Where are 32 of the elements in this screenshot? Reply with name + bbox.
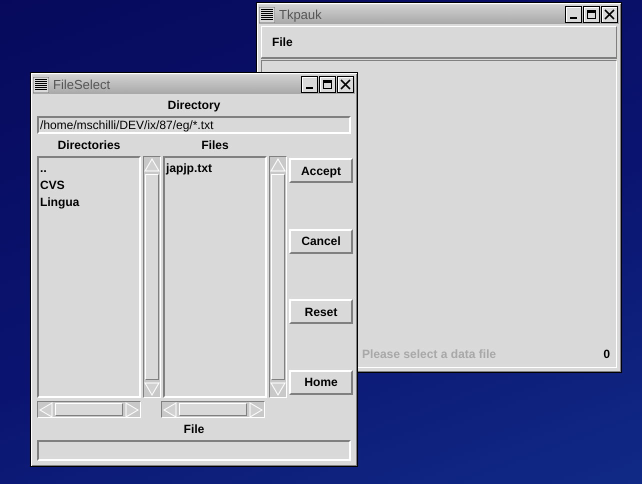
dialog-button[interactable]: Home (289, 370, 353, 395)
dialog-button[interactable]: Cancel (289, 228, 353, 254)
file-label: File (184, 422, 204, 436)
path-field[interactable]: /home/mschilli/DEV/ix/87/eg/*.txt (37, 116, 351, 134)
window-menu-icon[interactable] (259, 6, 275, 22)
file-name-field[interactable] (37, 440, 351, 461)
close-button[interactable] (601, 6, 618, 23)
status-count: 0 (603, 347, 610, 361)
directory-label: Directory (168, 98, 220, 112)
window-title: FileSelect (53, 77, 112, 92)
directories-label: Directories (56, 138, 122, 152)
minimize-icon (306, 87, 313, 89)
window-menu-icon[interactable] (33, 76, 49, 92)
menu-item[interactable]: File (272, 35, 293, 49)
maximize-icon (322, 79, 333, 90)
listed-filename[interactable]: japjp.txt (166, 160, 212, 177)
directory-item[interactable]: .. (40, 160, 47, 177)
minimize-button[interactable] (301, 76, 318, 93)
directory-item[interactable]: CVS (40, 177, 65, 194)
dialog-button[interactable]: Accept (289, 158, 353, 183)
maximize-button[interactable] (583, 6, 600, 23)
close-icon (340, 79, 351, 90)
directory-item[interactable]: Lingua (40, 194, 80, 211)
window-title: Tkpauk (279, 7, 323, 22)
maximize-button[interactable] (319, 76, 336, 93)
maximize-icon (586, 9, 597, 20)
minimize-icon (570, 17, 577, 19)
close-button[interactable] (337, 76, 354, 93)
dialog-button[interactable]: Reset (289, 299, 353, 324)
close-icon (604, 9, 615, 20)
files-label: Files (200, 138, 230, 152)
minimize-button[interactable] (565, 6, 582, 23)
